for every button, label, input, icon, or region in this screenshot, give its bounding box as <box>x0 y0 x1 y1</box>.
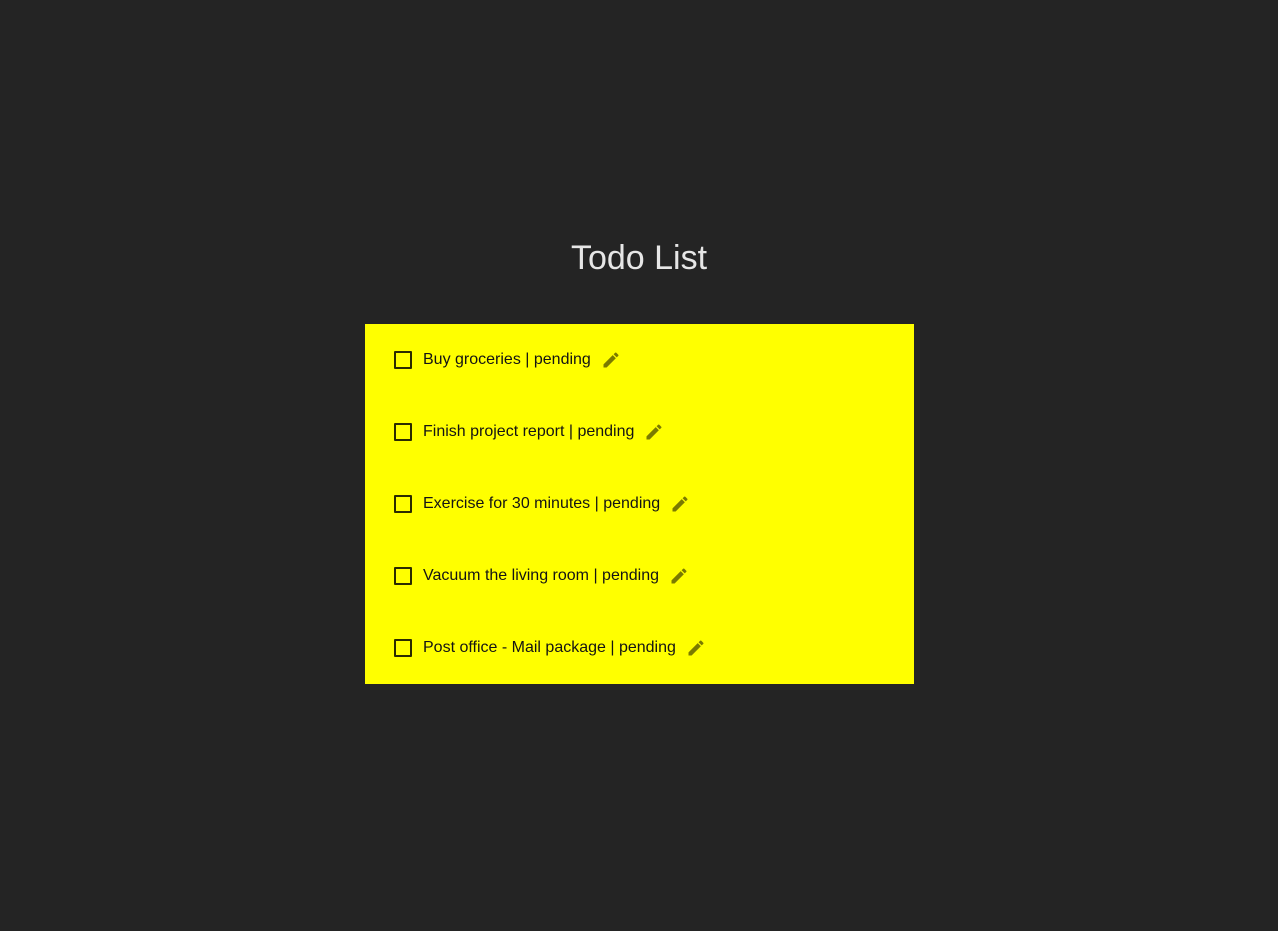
todo-checkbox[interactable] <box>394 495 412 513</box>
pencil-icon[interactable] <box>669 493 691 515</box>
todo-label: Finish project report | pending <box>423 423 635 440</box>
todo-item: Post office - Mail package | pending <box>394 636 707 660</box>
todo-label: Post office - Mail package | pending <box>423 639 676 656</box>
pencil-icon[interactable] <box>668 565 690 587</box>
todo-checkbox[interactable] <box>394 423 412 441</box>
todo-item: Buy groceries | pending <box>394 348 622 372</box>
todo-item: Exercise for 30 minutes | pending <box>394 492 691 516</box>
pencil-icon[interactable] <box>600 349 622 371</box>
todo-label: Vacuum the living room | pending <box>423 567 659 584</box>
todo-checkbox[interactable] <box>394 351 412 369</box>
todo-checkbox[interactable] <box>394 567 412 585</box>
todo-label: Buy groceries | pending <box>423 351 591 368</box>
todo-label: Exercise for 30 minutes | pending <box>423 495 661 512</box>
todo-list: Buy groceries | pending Finish project r… <box>365 324 914 684</box>
todo-app: Todo List Buy groceries | pending Finish… <box>0 0 1278 931</box>
pencil-icon[interactable] <box>643 421 665 443</box>
pencil-icon[interactable] <box>685 637 707 659</box>
todo-item: Vacuum the living room | pending <box>394 564 690 588</box>
todo-item: Finish project report | pending <box>394 420 665 444</box>
page-title: Todo List <box>570 239 708 277</box>
todo-checkbox[interactable] <box>394 639 412 657</box>
